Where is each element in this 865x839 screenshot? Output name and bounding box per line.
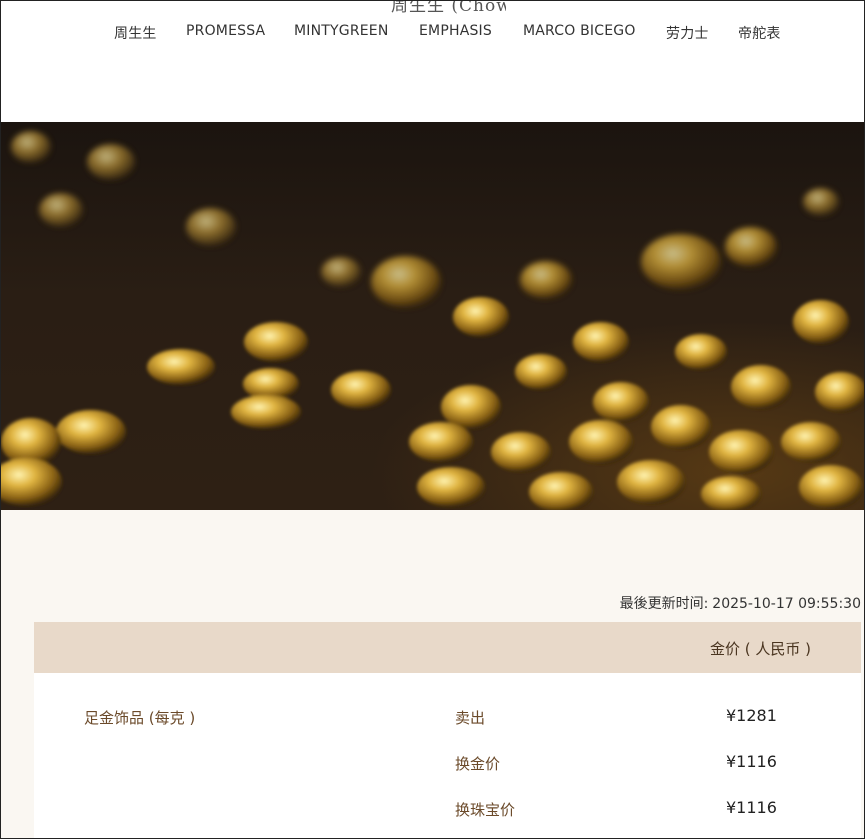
nav-item-rolex[interactable]: 劳力士: [666, 23, 709, 43]
brand-logo[interactable]: 周生生 (Chow Sang Sang): [391, 1, 506, 15]
price-table-header: 金价 ( 人民币 ): [34, 622, 861, 673]
site-header: 周生生 (Chow Sang Sang) 周生生 PROMESSA MINTYG…: [1, 1, 864, 122]
nav-item-chow-sang-sang[interactable]: 周生生: [114, 23, 157, 43]
hero-banner-gold-nuggets: [1, 122, 864, 510]
gold-nuggets-illustration: [1, 131, 864, 510]
nav-item-tudor[interactable]: 帝舵表: [738, 23, 781, 43]
last-updated: 最後更新时间: 2025-10-17 09:55:30: [620, 593, 861, 613]
price-row-label-exchange-gold: 换金价: [455, 755, 501, 773]
price-row-value-exchange-jewellery: ¥1116: [726, 798, 777, 817]
price-row-value-exchange-gold: ¥1116: [726, 752, 777, 771]
product-name: 足金饰品 (每克 ): [84, 709, 196, 727]
gold-price-section: 最後更新时间: 2025-10-17 09:55:30 金价 ( 人民币 ) 足金…: [1, 510, 864, 838]
price-table-body: 足金饰品 (每克 ) 卖出 ¥1281 换金价 ¥1116 换珠宝价 ¥1116: [34, 673, 861, 838]
price-row-value-sell: ¥1281: [726, 706, 777, 725]
nav-item-promessa[interactable]: PROMESSA: [186, 23, 265, 39]
main-nav: 周生生 PROMESSA MINTYGREEN EMPHASIS MARCO B…: [1, 23, 864, 43]
nav-item-emphasis[interactable]: EMPHASIS: [419, 23, 492, 39]
column-header-gold-price: 金价 ( 人民币 ): [710, 640, 812, 658]
price-row-label-sell: 卖出: [455, 709, 486, 727]
nav-item-marco-bicego[interactable]: MARCO BICEGO: [523, 23, 636, 39]
nav-item-mintygreen[interactable]: MINTYGREEN: [294, 23, 389, 39]
last-updated-value: 2025-10-17 09:55:30: [712, 596, 861, 612]
last-updated-label: 最後更新时间:: [619, 596, 709, 612]
price-row-label-exchange-jewellery: 换珠宝价: [455, 801, 516, 819]
page-frame: 周生生 (Chow Sang Sang) 周生生 PROMESSA MINTYG…: [0, 0, 865, 839]
